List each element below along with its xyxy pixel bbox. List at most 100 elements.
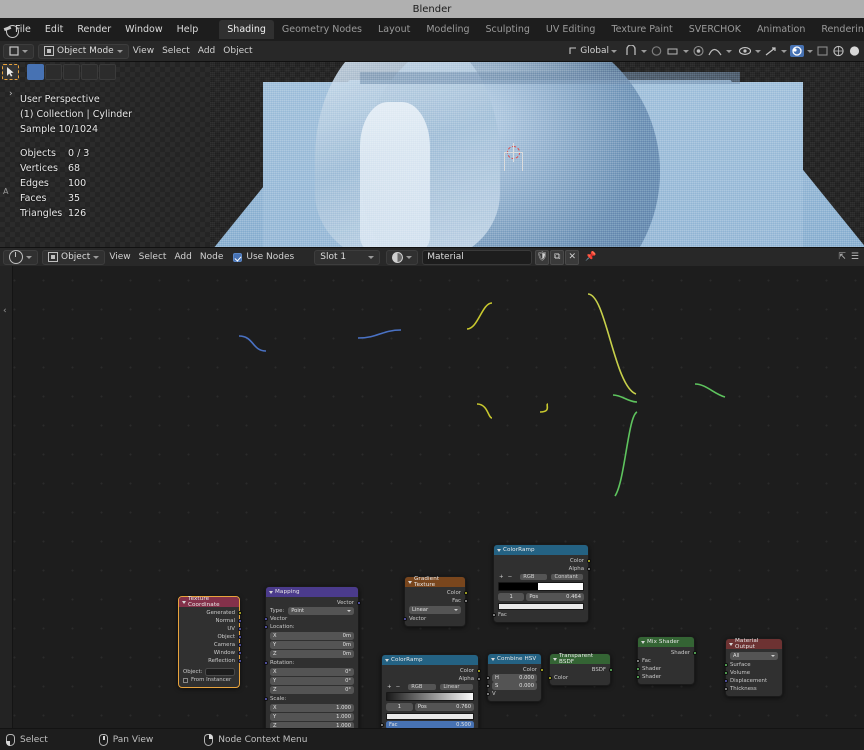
- socket-row-color-out[interactable]: Color: [494, 557, 591, 565]
- object-picker-row[interactable]: Object:: [179, 668, 239, 676]
- socket-row-rotation[interactable]: Rotation:: [263, 659, 358, 667]
- node-header[interactable]: Texture Coordinate: [179, 596, 239, 608]
- node-gradient-texture[interactable]: Gradient Texture Color Fac Linear Vector: [402, 576, 468, 627]
- input-socket[interactable]: [723, 663, 728, 667]
- rotation-z-field[interactable]: Z 0°: [270, 686, 354, 694]
- colorramp-gradient-widget[interactable]: [386, 692, 474, 701]
- node-sidebar-toggle[interactable]: ‹: [3, 306, 7, 316]
- input-socket[interactable]: [635, 667, 640, 671]
- menu-window[interactable]: Window: [118, 21, 169, 38]
- tab-animation[interactable]: Animation: [749, 20, 813, 39]
- socket-row-color-out[interactable]: Color: [488, 666, 544, 674]
- output-socket[interactable]: [586, 559, 591, 563]
- output-socket[interactable]: [356, 601, 361, 605]
- input-socket[interactable]: [635, 675, 640, 679]
- add-stop-icon[interactable]: +: [387, 684, 392, 690]
- output-socket[interactable]: [237, 659, 242, 663]
- socket-row-alpha-out[interactable]: Alpha: [382, 675, 481, 683]
- socket-row-color-in[interactable]: Color: [547, 674, 610, 682]
- node-header[interactable]: Mapping: [266, 587, 358, 597]
- from-instancer-checkbox[interactable]: From Instancer: [179, 676, 239, 684]
- socket-row-thickness[interactable]: Thickness: [723, 685, 782, 693]
- input-socket[interactable]: [263, 617, 268, 621]
- output-socket[interactable]: [476, 669, 481, 673]
- node-color-ramp-bottom[interactable]: ColorRamp Color Alpha + − RGB Linear 1 P…: [379, 654, 481, 728]
- fake-user-shield-icon[interactable]: 🛡: [535, 249, 550, 265]
- menu-help[interactable]: Help: [170, 21, 206, 38]
- socket-row-camera[interactable]: Camera: [179, 641, 242, 649]
- socket-row-uv[interactable]: UV: [179, 625, 242, 633]
- color-mode-dropdown[interactable]: RGB: [408, 684, 437, 690]
- duplicate-copy-icon[interactable]: ⧉: [550, 249, 565, 265]
- output-socket[interactable]: [586, 567, 591, 571]
- input-socket[interactable]: [263, 661, 268, 665]
- interpolation-dropdown[interactable]: Linear: [440, 684, 473, 690]
- node-header[interactable]: ColorRamp: [494, 545, 588, 555]
- tab-layout[interactable]: Layout: [370, 20, 418, 39]
- socket-row-object[interactable]: Object: [179, 633, 242, 641]
- socket-row-displacement[interactable]: Displacement: [723, 677, 782, 685]
- input-socket[interactable]: [379, 723, 384, 727]
- socket-row-s[interactable]: S 0.000: [485, 682, 541, 690]
- color-mode-dropdown[interactable]: RGB: [520, 574, 548, 580]
- rotation-y-field[interactable]: Y 0°: [270, 677, 354, 685]
- input-socket[interactable]: [635, 659, 640, 663]
- material-slot-selector[interactable]: Slot 1: [314, 249, 381, 265]
- input-socket[interactable]: [491, 613, 496, 617]
- node-header[interactable]: ColorRamp: [382, 655, 478, 665]
- material-name-input[interactable]: Material: [422, 249, 533, 265]
- socket-row-fac-out[interactable]: Fac: [405, 597, 468, 605]
- 3d-cursor-icon[interactable]: [504, 143, 523, 162]
- socket-row-reflection[interactable]: Reflection: [179, 657, 242, 665]
- viewport-menu-view[interactable]: View: [129, 44, 158, 58]
- tab-sverchok[interactable]: SVERCHOK: [681, 20, 749, 39]
- add-stop-icon[interactable]: +: [499, 574, 504, 580]
- socket-row-color-out[interactable]: Color: [382, 667, 481, 675]
- shader-type-selector[interactable]: Object: [42, 249, 106, 265]
- location-x-field[interactable]: X 0m: [270, 632, 354, 640]
- record-icon[interactable]: [692, 45, 705, 57]
- socket-row-v[interactable]: V: [485, 690, 541, 698]
- socket-row-shader1[interactable]: Shader: [635, 665, 694, 673]
- socket-row-bsdf-out[interactable]: BSDF: [550, 666, 613, 674]
- tab-geometry-nodes[interactable]: Geometry Nodes: [274, 20, 370, 39]
- remove-stop-icon[interactable]: −: [508, 574, 513, 580]
- socket-row-fac[interactable]: Fac: [635, 657, 694, 665]
- shader-menu-add[interactable]: Add: [170, 250, 195, 264]
- tab-modeling[interactable]: Modeling: [418, 20, 477, 39]
- shader-menu-select[interactable]: Select: [135, 250, 171, 264]
- node-header[interactable]: Material Output: [726, 638, 782, 650]
- output-socket[interactable]: [237, 643, 242, 647]
- viewport-menu-object[interactable]: Object: [219, 44, 256, 58]
- interpolation-dropdown[interactable]: Constant: [551, 574, 583, 580]
- socket-row-fac-in[interactable]: Fac: [491, 611, 588, 619]
- output-socket[interactable]: [463, 591, 468, 595]
- output-socket[interactable]: [237, 619, 242, 623]
- socket-row-surface[interactable]: Surface: [723, 661, 782, 669]
- h-field[interactable]: H 0.000: [492, 674, 537, 682]
- tab-texture-paint[interactable]: Texture Paint: [603, 20, 680, 39]
- visibility-eye-icon[interactable]: [738, 45, 752, 57]
- output-socket[interactable]: [237, 611, 242, 615]
- shader-editor-type-selector[interactable]: [3, 249, 38, 265]
- editor-type-selector[interactable]: [3, 43, 34, 59]
- shader-menu-node[interactable]: Node: [196, 250, 228, 264]
- menu-edit[interactable]: Edit: [38, 21, 70, 38]
- socket-row-alpha-out[interactable]: Alpha: [494, 565, 591, 573]
- input-socket[interactable]: [723, 679, 728, 683]
- gradient-type-dropdown[interactable]: Linear: [409, 606, 461, 614]
- output-socket[interactable]: [608, 668, 613, 672]
- mapping-type-dropdown[interactable]: Point: [288, 607, 354, 615]
- colorramp-gradient-widget[interactable]: [498, 582, 584, 591]
- gizmo-icon[interactable]: [764, 45, 778, 57]
- output-socket[interactable]: [476, 677, 481, 681]
- node-header[interactable]: Mix Shader: [638, 637, 694, 647]
- stop-color-swatch[interactable]: [498, 603, 584, 610]
- node-header[interactable]: Gradient Texture: [405, 576, 465, 588]
- use-nodes-toggle[interactable]: Use Nodes: [229, 250, 298, 264]
- socket-row-generated[interactable]: Generated: [179, 609, 242, 617]
- shading-solid-icon[interactable]: [848, 45, 861, 57]
- location-z-field[interactable]: Z 0m: [270, 650, 354, 658]
- socket-row-vector-out[interactable]: Vector: [266, 599, 361, 607]
- object-mode-selector[interactable]: Object Mode: [38, 43, 129, 59]
